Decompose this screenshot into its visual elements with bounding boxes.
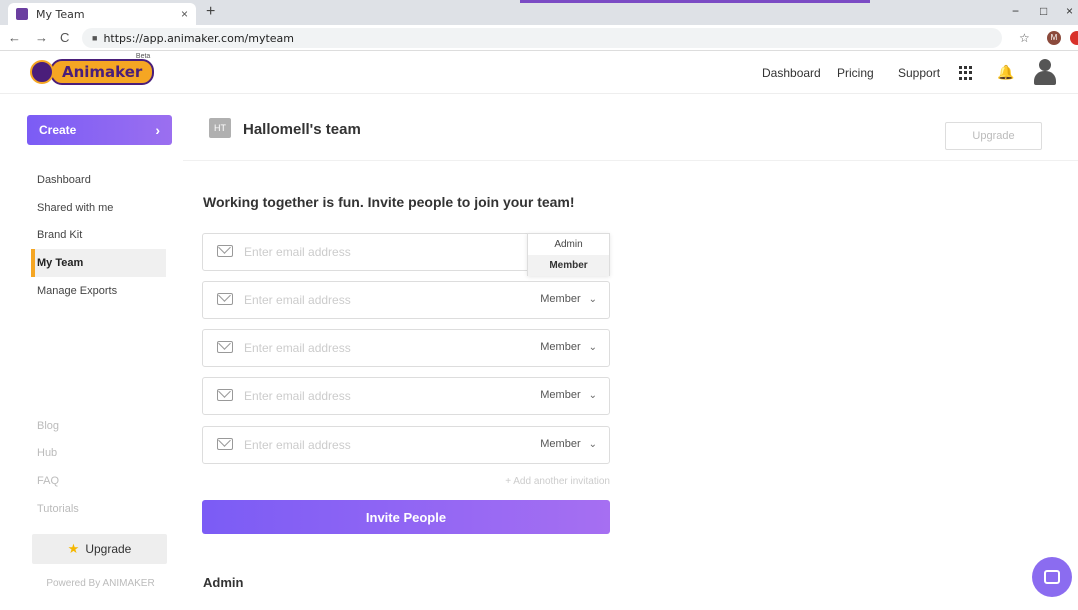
email-input-1[interactable]: [244, 243, 494, 261]
admin-section-heading: Admin: [203, 575, 244, 590]
role-select-5[interactable]: Member ⌄: [540, 438, 597, 450]
role-option-member[interactable]: Member: [528, 255, 609, 276]
create-label: Create: [39, 123, 77, 137]
address-bar: ← → C ■ https://app.animaker.com/myteam …: [0, 25, 1078, 51]
logo-text: Animaker: [50, 59, 155, 85]
tab-close-icon[interactable]: ×: [181, 7, 188, 21]
chevron-down-icon: ⌄: [588, 341, 597, 353]
sidebar-link-blog[interactable]: Blog: [37, 420, 59, 432]
role-select-value: Member: [540, 341, 581, 353]
email-row-3: Member ⌄: [202, 329, 610, 367]
role-dropdown-menu: Admin Member: [527, 233, 610, 276]
role-select-3[interactable]: Member ⌄: [540, 341, 597, 353]
sidebar-link-tutorials[interactable]: Tutorials: [37, 503, 79, 515]
bell-icon[interactable]: 🔔: [997, 64, 1014, 81]
sidebar-item-dashboard[interactable]: Dashboard: [37, 174, 91, 186]
chevron-down-icon: ⌄: [588, 438, 597, 450]
email-input-2[interactable]: [244, 291, 494, 309]
mail-icon: [217, 245, 233, 257]
profile-extension-icon[interactable]: M: [1047, 31, 1061, 45]
powered-by: Powered By ANIMAKER: [46, 578, 155, 589]
sidebar-item-manage-exports[interactable]: Manage Exports: [37, 285, 117, 297]
chevron-down-icon: ⌄: [588, 389, 597, 401]
invite-heading: Working together is fun. Invite people t…: [203, 194, 575, 210]
mail-icon: [217, 438, 233, 450]
avatar[interactable]: [1032, 59, 1058, 87]
role-option-admin[interactable]: Admin: [528, 234, 609, 255]
nav-pricing[interactable]: Pricing: [837, 66, 874, 80]
role-select-value: Member: [540, 389, 581, 401]
window-accent-strip: [520, 0, 870, 3]
email-row-5: Member ⌄: [202, 426, 610, 464]
create-button[interactable]: Create ›: [27, 115, 172, 145]
sidebar-item-brand-kit[interactable]: Brand Kit: [37, 229, 82, 241]
animaker-logo[interactable]: Animaker Beta: [30, 53, 155, 85]
add-another-invitation-link[interactable]: + Add another invitation: [470, 476, 610, 487]
avatar-head: [1039, 59, 1051, 71]
new-tab-button[interactable]: +: [206, 3, 215, 21]
tab-title: My Team: [36, 7, 85, 21]
extension-icon[interactable]: [1070, 31, 1078, 45]
chevron-right-icon: ›: [155, 122, 160, 138]
lock-icon: ■: [92, 33, 98, 43]
header-divider: [183, 160, 1078, 161]
sidebar-active-indicator: [31, 249, 35, 277]
sidebar-upgrade-label: Upgrade: [85, 542, 132, 556]
browser-tab[interactable]: My Team ×: [8, 3, 196, 25]
sidebar-link-faq[interactable]: FAQ: [37, 475, 59, 487]
chevron-down-icon: ⌄: [588, 293, 597, 305]
forward-button[interactable]: →: [35, 30, 48, 45]
restore-button[interactable]: □: [1040, 4, 1047, 18]
role-select-2[interactable]: Member ⌄: [540, 293, 597, 305]
minimize-button[interactable]: −: [1012, 4, 1019, 18]
page-title: Hallomell's team: [243, 121, 361, 138]
email-row-4: Member ⌄: [202, 377, 610, 415]
apps-grid-icon[interactable]: [959, 66, 973, 80]
back-button[interactable]: ←: [8, 30, 21, 45]
chat-support-button[interactable]: [1032, 557, 1072, 597]
avatar-body: [1034, 71, 1056, 85]
app-header: Animaker Beta Dashboard Pricing Support …: [0, 51, 1078, 94]
chat-icon: [1044, 570, 1060, 584]
role-select-value: Member: [540, 438, 581, 450]
role-select-value: Member: [540, 293, 581, 305]
team-badge: HT: [209, 118, 231, 138]
sidebar-item-my-team[interactable]: My Team: [37, 257, 83, 269]
mail-icon: [217, 341, 233, 353]
mail-icon: [217, 389, 233, 401]
email-row-2: Member ⌄: [202, 281, 610, 319]
reload-button[interactable]: C: [60, 30, 69, 45]
browser-tabbar: My Team × + − □ ×: [0, 0, 1078, 25]
sidebar-upgrade-button[interactable]: ★ Upgrade: [32, 534, 167, 564]
bookmark-star-icon[interactable]: ☆: [1019, 31, 1030, 45]
url-field[interactable]: ■ https://app.animaker.com/myteam: [82, 28, 1002, 48]
invite-people-button[interactable]: Invite People: [202, 500, 610, 534]
beta-label: Beta: [135, 53, 151, 60]
mail-icon: [217, 293, 233, 305]
url-text: https://app.animaker.com/myteam: [103, 31, 295, 45]
nav-dashboard[interactable]: Dashboard: [762, 66, 821, 80]
window-close-button[interactable]: ×: [1066, 4, 1073, 18]
email-input-3[interactable]: [244, 339, 494, 357]
email-input-4[interactable]: [244, 387, 494, 405]
mascot-icon: [30, 60, 54, 84]
sidebar-link-hub[interactable]: Hub: [37, 447, 57, 459]
email-input-5[interactable]: [244, 436, 494, 454]
sidebar-item-shared[interactable]: Shared with me: [37, 202, 113, 214]
nav-support[interactable]: Support: [898, 66, 940, 80]
upgrade-button[interactable]: Upgrade: [945, 122, 1042, 150]
role-select-4[interactable]: Member ⌄: [540, 389, 597, 401]
star-icon: ★: [67, 541, 80, 556]
animaker-favicon-icon: [16, 8, 28, 20]
